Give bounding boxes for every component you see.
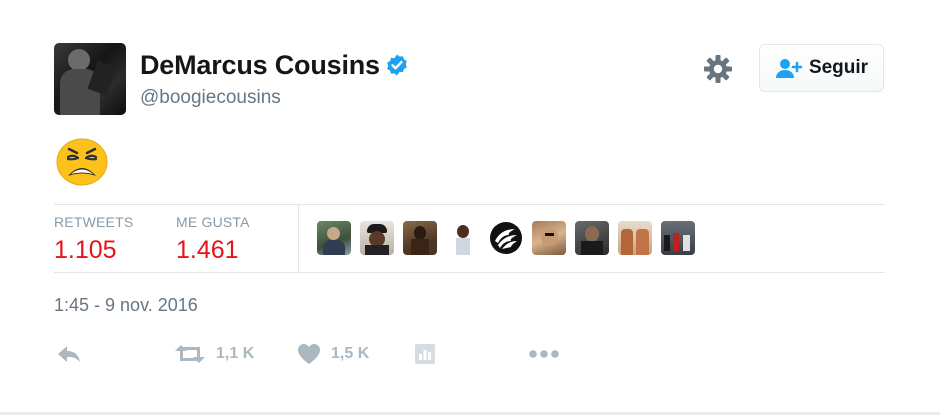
user-handle[interactable]: @boogiecousins bbox=[140, 87, 281, 109]
liker-avatar[interactable] bbox=[661, 221, 695, 255]
liker-avatar[interactable] bbox=[618, 221, 652, 255]
heart-icon bbox=[298, 344, 320, 364]
more-button[interactable] bbox=[528, 338, 560, 370]
raptors-logo[interactable] bbox=[489, 221, 523, 255]
liker-avatar[interactable] bbox=[446, 221, 480, 255]
likes-label: ME GUSTA bbox=[176, 214, 250, 230]
more-icon bbox=[529, 350, 559, 358]
retweets-count: 1.105 bbox=[54, 236, 117, 264]
liker-avatar[interactable] bbox=[575, 221, 609, 255]
add-user-icon bbox=[775, 59, 803, 78]
stats-divider bbox=[298, 205, 299, 273]
like-button[interactable]: 1,5 K bbox=[297, 338, 369, 370]
verified-badge-icon bbox=[387, 54, 407, 76]
weary-face-emoji-icon bbox=[56, 138, 108, 186]
avatar[interactable] bbox=[54, 43, 126, 115]
follow-button[interactable]: Seguir bbox=[759, 44, 884, 92]
retweet-icon bbox=[175, 345, 205, 363]
liker-avatar[interactable] bbox=[317, 221, 351, 255]
retweets-stat[interactable]: RETWEETS 1.105 bbox=[54, 214, 133, 265]
liker-avatar[interactable] bbox=[532, 221, 566, 255]
avatar-figure-arm bbox=[87, 60, 117, 96]
tweet-stats: RETWEETS 1.105 ME GUSTA 1.461 bbox=[54, 204, 885, 273]
tweet-card: DeMarcus Cousins @boogiecousins Seguir R… bbox=[0, 0, 940, 415]
tweet-timestamp[interactable]: 1:45 - 9 nov. 2016 bbox=[54, 295, 198, 316]
retweet-button[interactable]: 1,1 K bbox=[174, 338, 254, 370]
avatar-figure-head bbox=[68, 49, 90, 71]
follow-button-label: Seguir bbox=[808, 57, 869, 78]
liker-avatar[interactable] bbox=[403, 221, 437, 255]
analytics-button[interactable] bbox=[414, 338, 436, 370]
display-name[interactable]: DeMarcus Cousins bbox=[140, 50, 380, 81]
liker-avatar[interactable] bbox=[360, 221, 394, 255]
reply-icon bbox=[58, 346, 80, 362]
retweet-count: 1,1 K bbox=[216, 345, 255, 362]
likes-stat[interactable]: ME GUSTA 1.461 bbox=[176, 214, 250, 265]
gear-icon[interactable] bbox=[703, 54, 733, 84]
like-count: 1,5 K bbox=[331, 345, 370, 362]
analytics-icon bbox=[415, 344, 435, 364]
reply-button[interactable] bbox=[56, 338, 82, 370]
retweets-label: RETWEETS bbox=[54, 214, 134, 230]
likes-count: 1.461 bbox=[176, 236, 239, 264]
